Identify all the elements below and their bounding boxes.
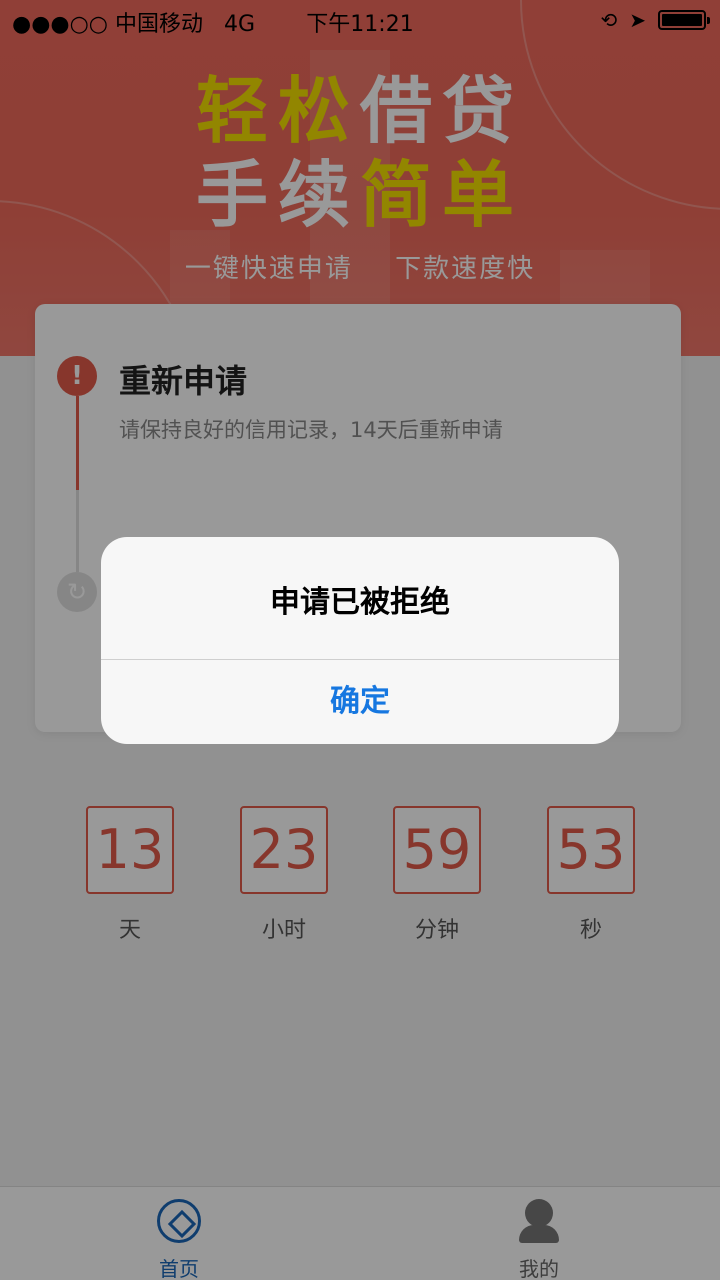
alert-title: 申请已被拒绝: [270, 585, 450, 620]
alert-dialog: 申请已被拒绝 确定: [101, 537, 619, 744]
confirm-button[interactable]: 确定: [101, 660, 619, 744]
